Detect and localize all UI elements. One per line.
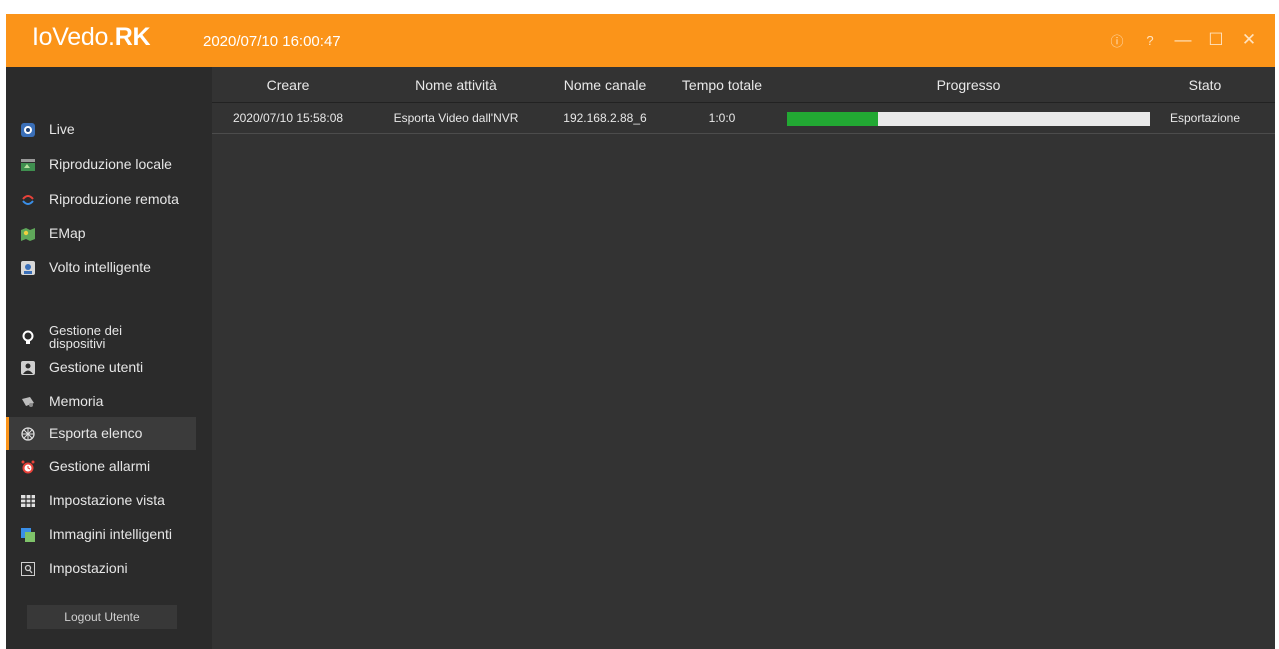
face-recognition-icon — [21, 260, 35, 275]
app-logo: IoVedo.RK — [32, 23, 151, 51]
column-header-nome-canale[interactable]: Nome canale — [548, 67, 662, 103]
sidebar-item-live[interactable]: Live — [6, 113, 196, 146]
progress-bar — [787, 112, 1150, 126]
column-header-nome-attivita[interactable]: Nome attività — [364, 67, 548, 103]
smart-images-icon — [21, 527, 35, 542]
sidebar-item-label: Immagini intelligenti — [49, 526, 172, 542]
view-layout-icon — [21, 494, 35, 508]
sidebar-item-memoria[interactable]: Memoria — [6, 385, 196, 418]
user-management-icon — [21, 360, 35, 375]
sidebar-item-volto-intelligente[interactable]: Volto intelligente — [6, 251, 196, 284]
minimize-icon[interactable]: — — [1169, 27, 1197, 53]
remote-playback-icon — [21, 193, 35, 207]
created-cell: 2020/07/10 15:58:08 — [232, 111, 344, 125]
map-icon — [21, 227, 35, 241]
sidebar-item-label: Impostazione vista — [49, 492, 165, 508]
sidebar-item-emap[interactable]: EMap — [6, 217, 196, 250]
live-camera-icon — [21, 122, 35, 137]
sidebar-item-gestione-allarmi[interactable]: Gestione allarmi — [6, 450, 196, 483]
progress-bar-fill — [787, 112, 878, 126]
maximize-icon[interactable]: ☐ — [1202, 27, 1230, 53]
close-icon[interactable]: ✕ — [1235, 27, 1263, 53]
title-bar: IoVedo.RK 2020/07/10 16:00:47 ⓘ ? — ☐ ✕ — [6, 14, 1275, 67]
sidebar: Live Riproduzione locale Riproduzione re… — [6, 67, 196, 649]
local-playback-icon — [21, 158, 35, 172]
channel-name-cell: 192.168.2.88_6 — [563, 111, 647, 125]
settings-icon — [21, 561, 35, 576]
sidebar-item-label: Riproduzione remota — [49, 191, 179, 207]
sidebar-item-riproduzione-remota[interactable]: Riproduzione remota — [6, 183, 196, 216]
storage-icon — [21, 395, 35, 409]
column-header-tempo-totale[interactable]: Tempo totale — [662, 67, 782, 103]
sidebar-item-label: Impostazioni — [49, 560, 128, 576]
sidebar-item-label: Esporta elenco — [49, 425, 143, 441]
sidebar-item-label: Riproduzione locale — [49, 156, 172, 172]
window-controls: ⓘ ? — ☐ ✕ — [1098, 27, 1263, 53]
sidebar-item-immagini-intelligenti[interactable]: Immagini intelligenti — [6, 518, 196, 551]
sidebar-item-riproduzione-locale[interactable]: Riproduzione locale — [6, 148, 196, 181]
logout-button[interactable]: Logout Utente — [27, 605, 177, 629]
column-header-progresso[interactable]: Progresso — [782, 67, 1155, 103]
app-window: IoVedo.RK 2020/07/10 16:00:47 ⓘ ? — ☐ ✕ … — [6, 14, 1275, 649]
sidebar-item-gestione-utenti[interactable]: Gestione utenti — [6, 351, 196, 384]
sidebar-item-esporta-elenco[interactable]: Esporta elenco — [6, 417, 196, 450]
datetime-display: 2020/07/10 16:00:47 — [203, 33, 341, 50]
help-circle-icon[interactable]: ? — [1136, 27, 1164, 53]
total-time-cell: 1:0:0 — [708, 111, 736, 125]
table-row[interactable]: 2020/07/10 15:58:08 Esporta Video dall'N… — [212, 103, 1275, 134]
alarm-clock-icon — [21, 460, 35, 474]
sidebar-item-label: Volto intelligente — [49, 259, 151, 275]
device-management-icon — [21, 330, 35, 344]
sidebar-item-gestione-dispositivi[interactable]: Gestione dei dispositivi — [6, 320, 196, 353]
sidebar-item-label: Live — [49, 121, 75, 137]
export-list-icon — [21, 426, 35, 441]
sidebar-item-label: EMap — [49, 225, 86, 241]
sidebar-item-impostazione-vista[interactable]: Impostazione vista — [6, 484, 196, 517]
column-header-stato[interactable]: Stato — [1155, 67, 1255, 103]
column-header-creare[interactable]: Creare — [212, 67, 364, 103]
task-name-cell: Esporta Video dall'NVR — [393, 111, 519, 125]
sidebar-item-label: Gestione utenti — [49, 359, 144, 375]
sidebar-item-impostazioni[interactable]: Impostazioni — [6, 552, 196, 585]
sidebar-item-label: Gestione allarmi — [49, 458, 151, 474]
table-header: Creare Nome attività Nome canale Tempo t… — [212, 67, 1275, 103]
status-cell: Esportazione — [1169, 111, 1241, 125]
export-list-panel: Creare Nome attività Nome canale Tempo t… — [212, 67, 1275, 649]
sidebar-item-label: Memoria — [49, 393, 104, 409]
sidebar-item-label: Gestione dei dispositivi — [49, 322, 122, 351]
info-circle-icon[interactable]: ⓘ — [1103, 27, 1131, 53]
